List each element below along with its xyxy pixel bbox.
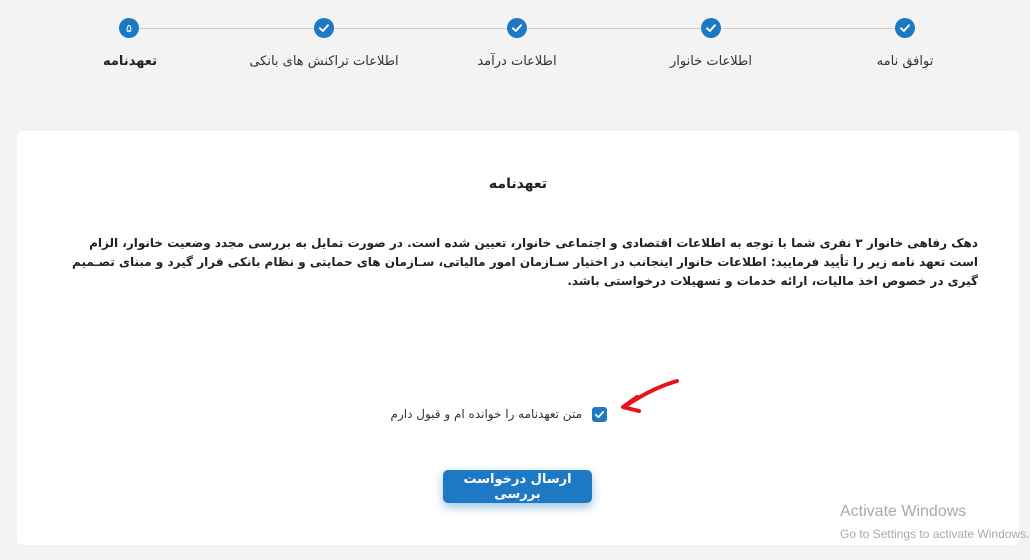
commitment-card: تعهدنامه دهک رفاهی خانوار ۳ نفری شما با …: [17, 131, 1019, 545]
step-2-circle: [701, 18, 721, 38]
step-5-circle: ۵: [119, 18, 139, 38]
step-2-label: اطلاعات خانوار: [669, 54, 753, 69]
red-arrow-annotation-icon: [621, 379, 679, 413]
progress-stepper: ۵ تعهدنامه اطلاعات تراکنش های بانکی اطلا…: [0, 0, 1030, 110]
agree-checkbox[interactable]: [592, 406, 607, 422]
check-icon: [706, 24, 716, 32]
submit-review-button[interactable]: ارسال درخواست بررسی: [443, 470, 592, 503]
step-3-label: اطلاعات درآمد: [477, 54, 557, 69]
check-icon: [594, 410, 605, 418]
check-icon: [319, 24, 329, 32]
watermark-subtitle: Go to Settings to activate Windows.: [840, 527, 1030, 541]
activate-windows-watermark: Activate Windows Go to Settings to activ…: [840, 503, 1029, 543]
card-title: تعهدنامه: [488, 176, 548, 192]
step-5-number: ۵: [126, 21, 132, 35]
agree-row[interactable]: متن تعهدنامه را خوانده ام و قبول دارم: [387, 403, 607, 425]
step-5-label: تعهدنامه: [102, 54, 158, 69]
check-icon: [512, 24, 522, 32]
step-4-label: اطلاعات تراکنش های بانکی: [249, 54, 399, 69]
step-4-circle: [314, 18, 334, 38]
watermark-title: Activate Windows: [840, 503, 967, 520]
agree-label[interactable]: متن تعهدنامه را خوانده ام و قبول دارم: [391, 407, 582, 421]
step-1-label: توافق نامه: [876, 54, 934, 69]
check-icon: [900, 24, 910, 32]
commitment-text: دهک رفاهی خانوار ۳ نفری شما با توجه به ا…: [72, 236, 978, 288]
step-1-circle: [895, 18, 915, 38]
step-3-circle: [507, 18, 527, 38]
